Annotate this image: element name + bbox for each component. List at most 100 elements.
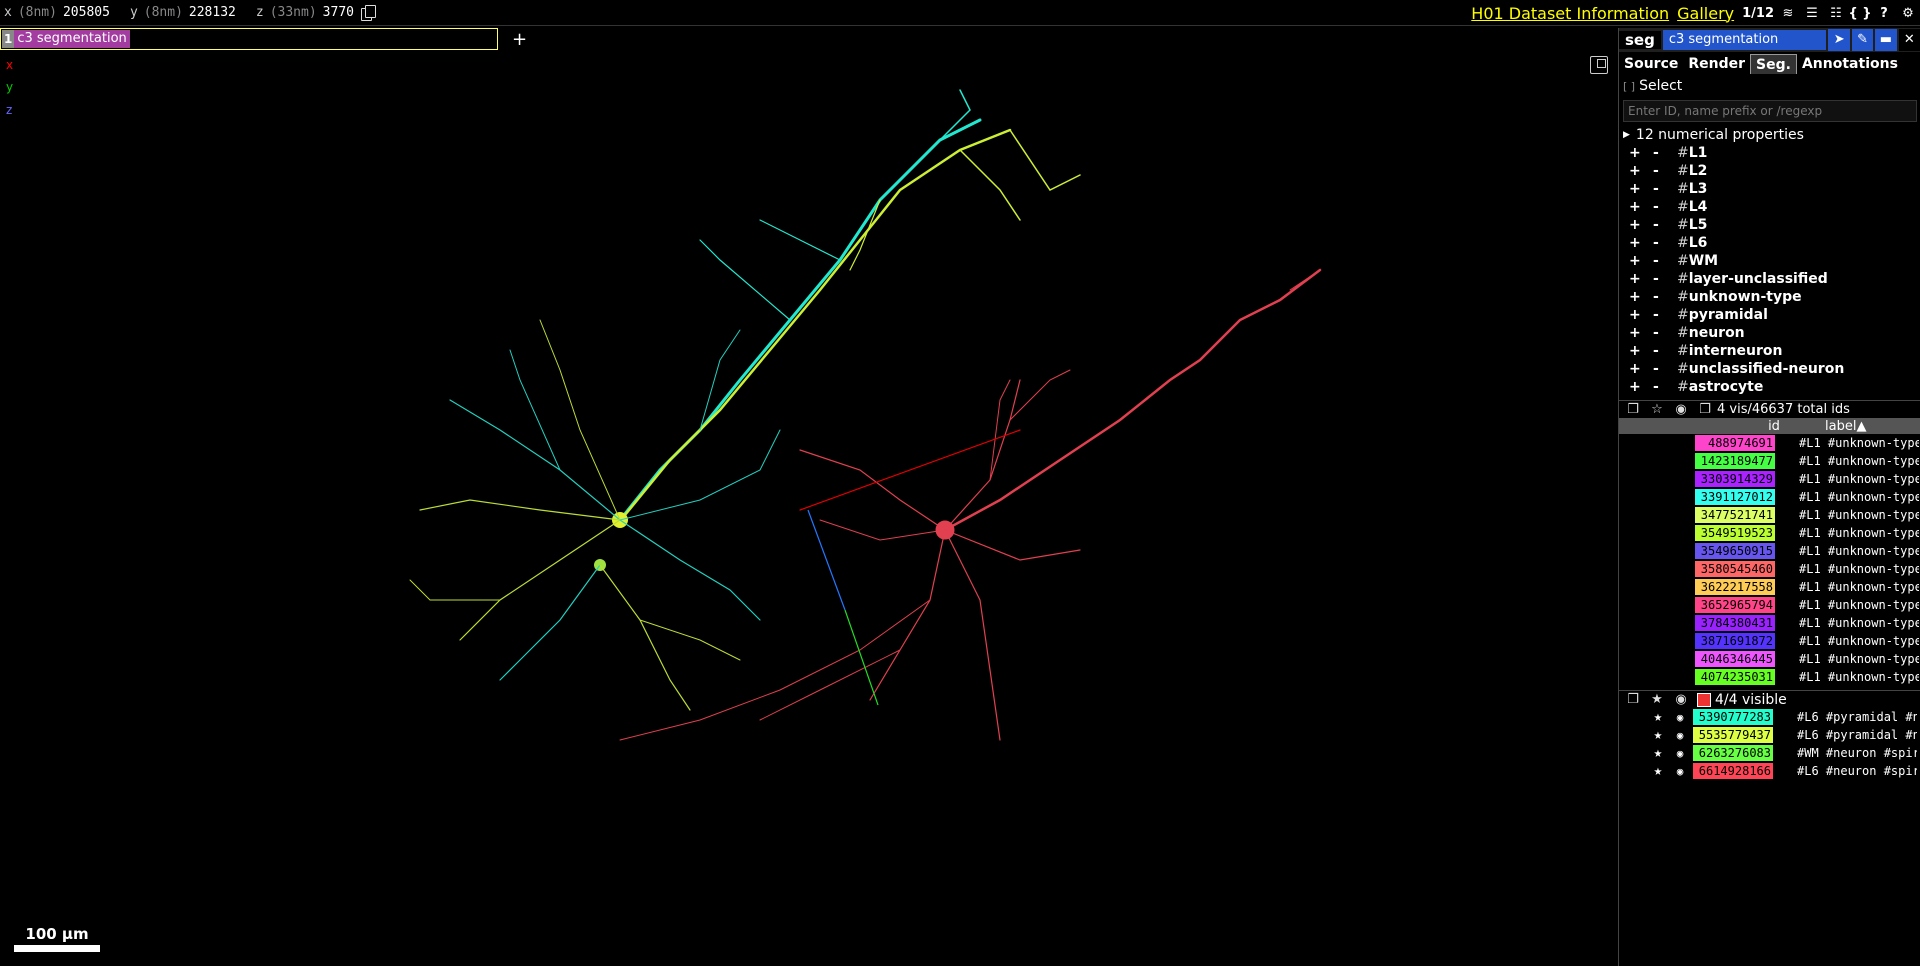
settings-sliders-icon[interactable]: ☷ bbox=[1824, 6, 1848, 21]
segment-filter-input[interactable] bbox=[1623, 100, 1917, 122]
tag-name[interactable]: L6 bbox=[1689, 235, 1708, 251]
eye-icon[interactable]: ◉ bbox=[1671, 747, 1689, 760]
copy-position-icon[interactable] bbox=[360, 4, 376, 21]
list-item[interactable]: ★ ◉ 5390777283 #L6 #pyramidal #n bbox=[1619, 708, 1920, 726]
tag-include-button[interactable]: + bbox=[1629, 307, 1643, 323]
tag-name[interactable]: L5 bbox=[1689, 217, 1708, 233]
y-coordinate[interactable]: y (8nm) 228132 bbox=[130, 5, 236, 20]
segment-id[interactable]: 3391127012 bbox=[1695, 489, 1775, 505]
tag-include-button[interactable]: + bbox=[1629, 145, 1643, 161]
trash-icon[interactable]: ▬ bbox=[1875, 29, 1897, 51]
segment-id[interactable]: 3652965794 bbox=[1695, 597, 1775, 613]
list-item[interactable]: ★ ◉ 5535779437 #L6 #pyramidal #n bbox=[1619, 726, 1920, 744]
tag-exclude-button[interactable]: - bbox=[1653, 289, 1667, 305]
tag-name[interactable]: L1 bbox=[1689, 145, 1708, 161]
tab-annotations[interactable]: Annotations bbox=[1797, 54, 1903, 74]
star-icon[interactable]: ★ bbox=[1649, 692, 1665, 708]
tag-include-button[interactable]: + bbox=[1629, 217, 1643, 233]
tag-include-button[interactable]: + bbox=[1629, 343, 1643, 359]
table-row[interactable]: 3871691872 #L1 #unknown-type bbox=[1619, 632, 1920, 650]
gallery-link[interactable]: Gallery bbox=[1677, 4, 1734, 23]
y-value[interactable]: 228132 bbox=[189, 5, 236, 20]
table-row[interactable]: 3303914329 #L1 #unknown-type bbox=[1619, 470, 1920, 488]
table-row[interactable]: 3391127012 #L1 #unknown-type bbox=[1619, 488, 1920, 506]
tag-exclude-button[interactable]: - bbox=[1653, 379, 1667, 395]
copy-visible-icon[interactable]: ❐ bbox=[1697, 402, 1713, 418]
tag-exclude-button[interactable]: - bbox=[1653, 163, 1667, 179]
segment-id[interactable]: 4074235031 bbox=[1695, 669, 1775, 685]
numerical-properties-toggle[interactable]: ▶ 12 numerical properties bbox=[1619, 126, 1920, 144]
eye-icon[interactable]: ◉ bbox=[1673, 692, 1689, 708]
tag-name[interactable]: L2 bbox=[1689, 163, 1708, 179]
table-row[interactable]: 3549650915 #L1 #unknown-type bbox=[1619, 542, 1920, 560]
list-item[interactable]: ★ ◉ 6263276083 #WM #neuron #spir bbox=[1619, 744, 1920, 762]
segment-id[interactable]: 5390777283 bbox=[1693, 709, 1773, 725]
segment-id[interactable]: 6263276083 bbox=[1693, 745, 1773, 761]
help-icon[interactable]: ? bbox=[1872, 6, 1896, 21]
eye-icon[interactable]: ◉ bbox=[1673, 402, 1689, 418]
tag-exclude-button[interactable]: - bbox=[1653, 145, 1667, 161]
eye-icon[interactable]: ◉ bbox=[1671, 711, 1689, 724]
table-row[interactable]: 4046346445 #L1 #unknown-type bbox=[1619, 650, 1920, 668]
star-icon[interactable]: ★ bbox=[1649, 745, 1667, 761]
list-item[interactable]: ★ ◉ 6614928166 #L6 #neuron #spir bbox=[1619, 762, 1920, 780]
column-label[interactable]: label▲ bbox=[1825, 419, 1866, 434]
tag-exclude-button[interactable]: - bbox=[1653, 361, 1667, 377]
star-icon[interactable]: ★ bbox=[1649, 763, 1667, 779]
tag-exclude-button[interactable]: - bbox=[1653, 217, 1667, 233]
clear-visible-icon[interactable] bbox=[1697, 692, 1711, 707]
tag-exclude-button[interactable]: - bbox=[1653, 343, 1667, 359]
select-row[interactable]: [ ] Select bbox=[1619, 76, 1920, 96]
segment-id[interactable]: 488974691 bbox=[1695, 435, 1775, 451]
segment-id[interactable]: 3784380431 bbox=[1695, 615, 1775, 631]
gear-icon[interactable]: ⚙ bbox=[1896, 6, 1920, 21]
tag-exclude-button[interactable]: - bbox=[1653, 325, 1667, 341]
tag-name[interactable]: L4 bbox=[1689, 199, 1708, 215]
segment-id[interactable]: 3622217558 bbox=[1695, 579, 1775, 595]
close-icon[interactable]: ✕ bbox=[1898, 29, 1920, 51]
table-row[interactable]: 3477521741 #L1 #unknown-type bbox=[1619, 506, 1920, 524]
tag-name[interactable]: unknown-type bbox=[1689, 289, 1802, 305]
segment-id[interactable]: 3871691872 bbox=[1695, 633, 1775, 649]
tag-include-button[interactable]: + bbox=[1629, 361, 1643, 377]
visible-count[interactable]: 4/4 visible bbox=[1697, 692, 1787, 708]
segment-id[interactable]: 3549519523 bbox=[1695, 525, 1775, 541]
pointer-icon[interactable]: ➤ bbox=[1828, 29, 1850, 51]
tag-include-button[interactable]: + bbox=[1629, 271, 1643, 287]
tag-exclude-button[interactable]: - bbox=[1653, 199, 1667, 215]
tag-include-button[interactable]: + bbox=[1629, 379, 1643, 395]
layer-count[interactable]: 1/12 bbox=[1742, 6, 1774, 21]
pin-icon[interactable]: ✎ bbox=[1851, 29, 1874, 51]
add-layer-button[interactable]: + bbox=[512, 29, 527, 50]
tag-name[interactable]: WM bbox=[1689, 253, 1718, 269]
table-row[interactable]: 488974691 #L1 #unknown-type bbox=[1619, 434, 1920, 452]
tag-name[interactable]: astrocyte bbox=[1689, 379, 1764, 395]
tag-name[interactable]: L3 bbox=[1689, 181, 1708, 197]
z-value[interactable]: 3770 bbox=[323, 5, 354, 20]
tag-exclude-button[interactable]: - bbox=[1653, 253, 1667, 269]
copy-icon[interactable]: ❐ bbox=[1625, 692, 1641, 708]
tab-render[interactable]: Render bbox=[1683, 54, 1750, 74]
segment-id[interactable]: 3580545460 bbox=[1695, 561, 1775, 577]
eye-icon[interactable]: ◉ bbox=[1671, 729, 1689, 742]
maximize-panel-icon[interactable] bbox=[1590, 56, 1608, 74]
column-id[interactable]: id bbox=[1725, 419, 1823, 434]
select-checkbox[interactable]: [ ] bbox=[1623, 80, 1635, 93]
tag-name[interactable]: neuron bbox=[1689, 325, 1745, 341]
table-row[interactable]: 3580545460 #L1 #unknown-type bbox=[1619, 560, 1920, 578]
x-coordinate[interactable]: x (8nm) 205805 bbox=[4, 5, 110, 20]
layer-list-icon[interactable]: ☰ bbox=[1800, 6, 1824, 21]
z-coordinate[interactable]: z (33nm) 3770 bbox=[256, 5, 354, 20]
tag-include-button[interactable]: + bbox=[1629, 235, 1643, 251]
tab-source[interactable]: Source bbox=[1619, 54, 1683, 74]
tab-seg[interactable]: Seg. bbox=[1750, 54, 1797, 74]
segment-id[interactable]: 3477521741 bbox=[1695, 507, 1775, 523]
tag-name[interactable]: interneuron bbox=[1689, 343, 1783, 359]
star-icon[interactable]: ☆ bbox=[1649, 402, 1665, 418]
segment-id[interactable]: 4046346445 bbox=[1695, 651, 1775, 667]
segment-id[interactable]: 6614928166 bbox=[1693, 763, 1773, 779]
layers-icon[interactable]: ≋ bbox=[1776, 6, 1800, 21]
layer-chip[interactable]: 1 c3 segmentation bbox=[0, 28, 498, 50]
3d-viewport[interactable] bbox=[0, 50, 1616, 966]
json-state-icon[interactable]: { } bbox=[1848, 6, 1872, 21]
